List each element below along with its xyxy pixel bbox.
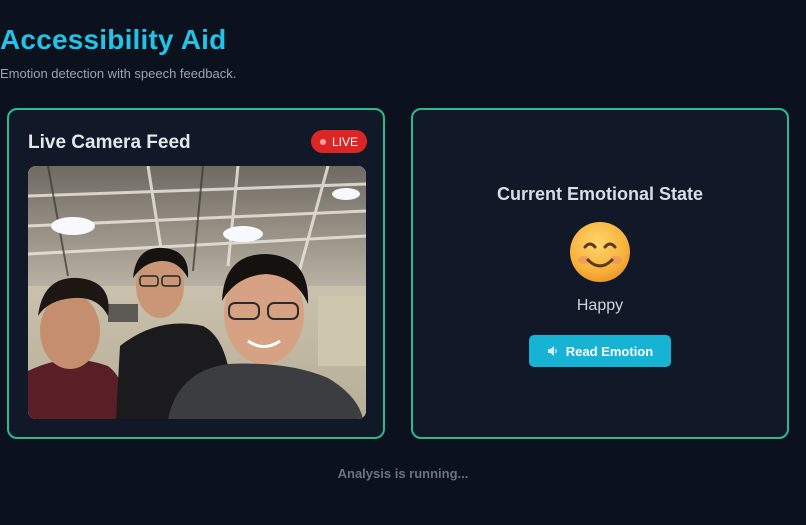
live-dot-icon: [319, 138, 326, 145]
emotion-panel-title: Current Emotional State: [496, 184, 704, 204]
speaker-icon: [547, 346, 557, 356]
status-text: Analysis is running...: [337, 466, 469, 481]
camera-panel: Live Camera Feed LIVE: [7, 108, 385, 439]
emotion-panel: Current Emotional State Happy Read Emoti…: [411, 108, 789, 439]
camera-video: [28, 166, 366, 419]
live-badge-label: LIVE: [331, 134, 358, 149]
camera-frame-image: [28, 166, 366, 419]
smiling-face-icon: [570, 222, 630, 282]
camera-panel-title: Live Camera Feed: [28, 132, 191, 153]
live-badge: LIVE: [311, 130, 367, 153]
read-emotion-button-label: Read Emotion: [565, 343, 654, 359]
app-title: Accessibility Aid: [0, 24, 227, 55]
read-emotion-button[interactable]: Read Emotion: [529, 335, 671, 367]
emotion-label: Happy: [576, 297, 624, 314]
app-subtitle: Emotion detection with speech feedback.: [0, 66, 237, 81]
